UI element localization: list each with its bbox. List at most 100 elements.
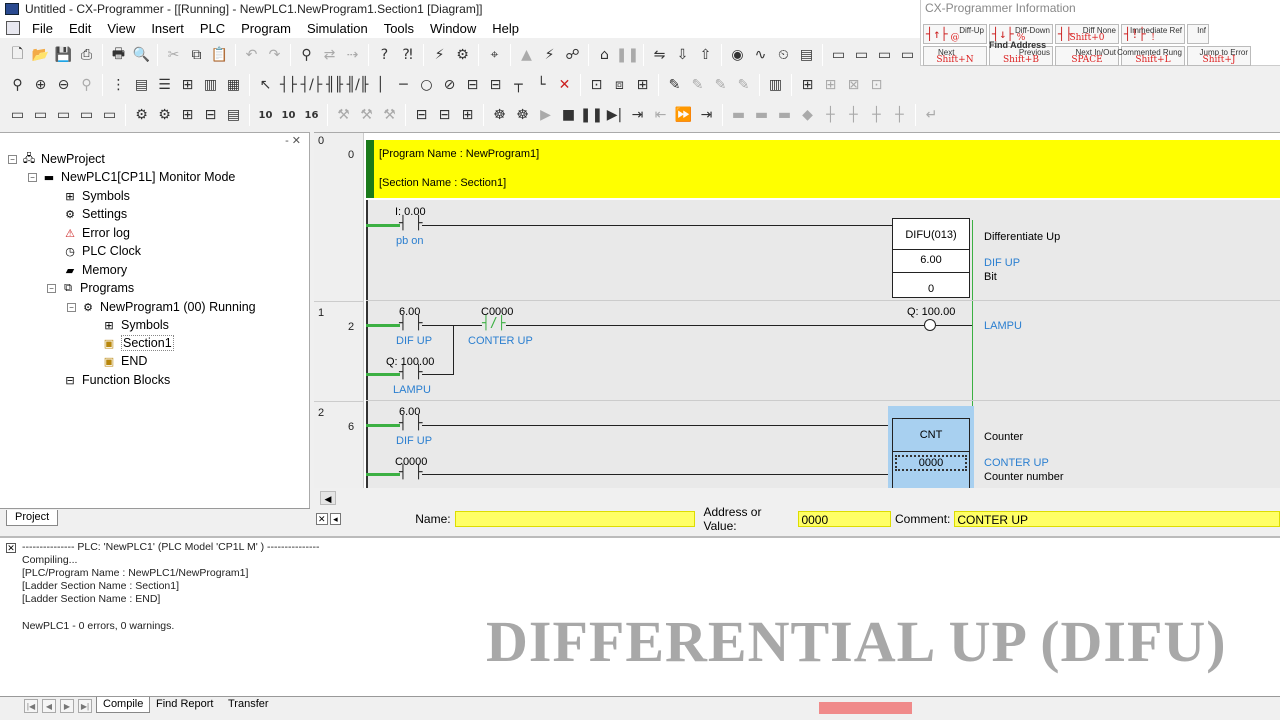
force-on-icon[interactable]: ⚒: [332, 104, 355, 126]
replace-icon[interactable]: ⇄: [318, 44, 341, 66]
print-icon[interactable]: 🖶: [107, 44, 130, 66]
menu-edit[interactable]: Edit: [61, 21, 99, 36]
memory-icon-tb[interactable]: ▤: [795, 44, 818, 66]
panel-controls[interactable]: - ✕: [285, 134, 301, 147]
data-trace-icon[interactable]: ∿: [749, 44, 772, 66]
info-immediate-ref[interactable]: ┤!├ Immediate Ref!: [1121, 24, 1185, 44]
scroll-left-icon[interactable]: ◀: [320, 491, 336, 505]
select-icon[interactable]: ↖: [254, 74, 277, 96]
copy-icon[interactable]: ⧉: [185, 44, 208, 66]
instruction-icon[interactable]: ⊟: [461, 74, 484, 96]
paste-icon[interactable]: 📋: [208, 44, 231, 66]
monitor-mode-icon[interactable]: ☍: [561, 44, 584, 66]
program-mode-icon[interactable]: ⌂: [593, 44, 616, 66]
tree-item-error-log[interactable]: ⚠ Error log: [62, 224, 130, 242]
undo-icon[interactable]: ↶: [240, 44, 263, 66]
step-icon[interactable]: ▶|: [603, 104, 626, 126]
open-folder-icon[interactable]: 📂: [29, 44, 52, 66]
zoom-icon[interactable]: ⚲: [75, 74, 98, 96]
online-view-icon[interactable]: ⊡: [585, 74, 608, 96]
tree-item-settings[interactable]: ⚙ Settings: [62, 205, 127, 223]
online-icon[interactable]: ⚡: [428, 44, 451, 66]
horizontal-icon[interactable]: ─: [392, 74, 415, 96]
menu-simulation[interactable]: Simulation: [299, 21, 376, 36]
comment-field[interactable]: CONTER UP: [954, 511, 1280, 527]
tree-item-programs[interactable]: − ⧉ Programs: [47, 279, 134, 297]
tab-first-icon[interactable]: |◀: [24, 699, 38, 713]
window-3-icon[interactable]: ▭: [873, 44, 896, 66]
difu-block[interactable]: DIFU(013) 6.00 0: [892, 218, 970, 298]
tree-item-program-symbols[interactable]: ⊞ Symbols: [101, 316, 169, 334]
step-out-icon[interactable]: ⇤: [649, 104, 672, 126]
dec-10-icon[interactable]: 10: [277, 104, 300, 126]
fb-diag-3-icon[interactable]: ▬: [773, 104, 796, 126]
vertical-icon[interactable]: │: [369, 74, 392, 96]
close-icon[interactable]: ✕: [316, 513, 328, 525]
line-draw-icon[interactable]: └: [530, 74, 553, 96]
tab-transfer[interactable]: Transfer: [222, 697, 275, 713]
addr-3-icon[interactable]: ⊠: [842, 74, 865, 96]
tree-item-memory[interactable]: ▰ Memory: [62, 261, 127, 279]
coil-nc-icon[interactable]: ⊘: [438, 74, 461, 96]
contact-no[interactable]: ┤ ├: [399, 216, 422, 231]
force-cancel-icon[interactable]: ⚒: [378, 104, 401, 126]
fb-diag-4-icon[interactable]: ◆: [796, 104, 819, 126]
edit-4-icon[interactable]: ✎: [732, 74, 755, 96]
download-icon[interactable]: ⇩: [671, 44, 694, 66]
ladder-window-icon[interactable]: ▭: [29, 104, 52, 126]
tree-item-newproject[interactable]: − 🖧 NewProject: [8, 150, 105, 168]
grid-icon[interactable]: ⋮: [107, 74, 130, 96]
coil-icon[interactable]: ○: [415, 74, 438, 96]
line-connect-icon[interactable]: ┬: [507, 74, 530, 96]
zoom-out-icon[interactable]: ⊖: [52, 74, 75, 96]
contact-no[interactable]: ┤ ├: [399, 316, 422, 331]
tab-find-report[interactable]: Find Report: [150, 697, 219, 713]
pause-sim-icon[interactable]: ❚❚: [580, 104, 603, 126]
section-tb-icon[interactable]: ▦: [222, 74, 245, 96]
pin-icon[interactable]: ◂: [329, 513, 342, 525]
contact-or-nc-icon[interactable]: ╢/╟: [346, 74, 369, 96]
rung-comment-banner[interactable]: [Program Name : NewProgram1] [Section Na…: [366, 140, 1280, 198]
fb-diag-7-icon[interactable]: ┼: [865, 104, 888, 126]
output-coil[interactable]: [924, 319, 936, 331]
watch-icon[interactable]: ◉: [726, 44, 749, 66]
fb-2-icon[interactable]: ⚙: [153, 104, 176, 126]
window-1-icon[interactable]: ▭: [827, 44, 850, 66]
tree-item-end[interactable]: ▣ END: [101, 352, 148, 370]
io-table-icon[interactable]: ⧈: [608, 74, 631, 96]
contact-nc-icon[interactable]: ┤/├: [300, 74, 323, 96]
context-help-icon[interactable]: ⁈: [396, 44, 419, 66]
find-icon[interactable]: ⚲: [295, 44, 318, 66]
breakpoint-2-icon[interactable]: ☸: [511, 104, 534, 126]
fb-diag-1-icon[interactable]: ▬: [727, 104, 750, 126]
tab-last-icon[interactable]: ▶|: [78, 699, 92, 713]
instruction-2-icon[interactable]: ⊟: [484, 74, 507, 96]
online-edit-icon[interactable]: ⚙: [451, 44, 474, 66]
tab-project[interactable]: Project: [6, 510, 59, 526]
info-commented-rung[interactable]: Commented Rung Shift+L: [1117, 46, 1185, 66]
transfer-up-icon[interactable]: ▲: [515, 44, 538, 66]
run-mode-icon[interactable]: ⚡: [538, 44, 561, 66]
edit-3-icon[interactable]: ✎: [709, 74, 732, 96]
menu-plc[interactable]: PLC: [192, 21, 233, 36]
monitor-icon[interactable]: ⌖: [483, 44, 506, 66]
diagram-scrollbar[interactable]: ◀: [314, 488, 1280, 508]
menu-window[interactable]: Window: [422, 21, 484, 36]
fb-diag-8-icon[interactable]: ┼: [888, 104, 911, 126]
contact-or-icon[interactable]: ╢╟: [323, 74, 346, 96]
menu-tools[interactable]: Tools: [376, 21, 422, 36]
stop-icon[interactable]: ■: [557, 104, 580, 126]
tab-prev-icon[interactable]: ◀: [42, 699, 56, 713]
find-next-icon[interactable]: ⇢: [341, 44, 364, 66]
fb-5-icon[interactable]: ▤: [222, 104, 245, 126]
settings-tb-icon[interactable]: ⊞: [631, 74, 654, 96]
close-icon[interactable]: ✕: [6, 543, 16, 553]
fb-diag-2-icon[interactable]: ▬: [750, 104, 773, 126]
window-4-icon[interactable]: ▭: [896, 44, 919, 66]
menu-insert[interactable]: Insert: [143, 21, 192, 36]
edit-2-icon[interactable]: ✎: [686, 74, 709, 96]
cnt-operand[interactable]: 0000: [895, 455, 967, 471]
addr-4-icon[interactable]: ⊡: [865, 74, 888, 96]
menu-view[interactable]: View: [99, 21, 143, 36]
list-icon[interactable]: ☰: [153, 74, 176, 96]
